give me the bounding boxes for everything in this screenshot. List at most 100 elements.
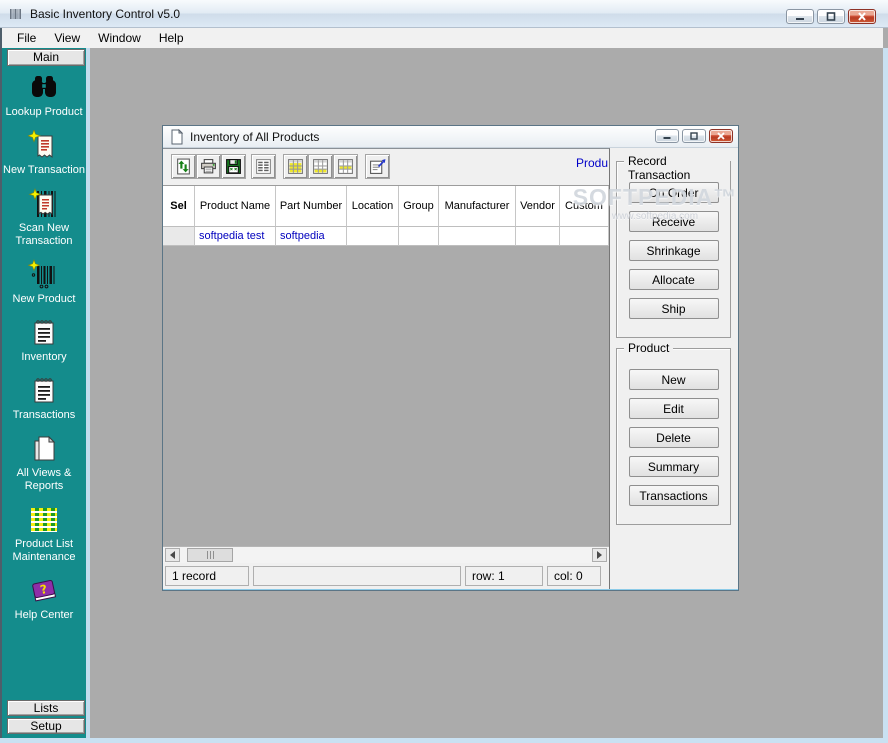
sidebar-item-transactions[interactable]: Transactions [2, 375, 86, 422]
status-record-count: 1 record [165, 566, 249, 586]
inner-close-button[interactable] [709, 129, 733, 143]
cell-manufacturer[interactable] [439, 227, 516, 246]
grid-pane: Produ Sel Product Name Part Number Locat… [163, 148, 610, 589]
scroll-left-button[interactable] [165, 548, 180, 562]
cell-part-number[interactable]: softpedia [276, 227, 347, 246]
horizontal-scrollbar[interactable] [163, 546, 609, 563]
binoculars-icon [28, 72, 60, 104]
grid-header-row: Sel Product Name Part Number Location Gr… [163, 186, 609, 227]
cell-location[interactable] [347, 227, 399, 246]
sidebar-item-label: Product List Maintenance [2, 538, 86, 564]
new-barcode-icon [28, 259, 60, 291]
sidebar-item-scan-new-transaction[interactable]: Scan New Transaction [2, 188, 86, 248]
save-icon [225, 158, 242, 175]
inner-minimize-button[interactable] [655, 129, 679, 143]
menu-file[interactable]: File [8, 29, 45, 47]
sidebar: Main Lookup Product New Transaction Scan… [2, 48, 86, 738]
window-frame-left [0, 28, 2, 743]
column-header-location[interactable]: Location [347, 186, 399, 227]
product-group: Product New Edit Delete Summary Transact… [616, 348, 731, 525]
sidebar-main-button[interactable]: Main [7, 49, 85, 66]
minimize-icon [662, 132, 672, 140]
menu-window[interactable]: Window [89, 29, 150, 47]
cell-custom[interactable] [560, 227, 609, 246]
action-pane: Record Transaction On Order Receive Shri… [610, 148, 738, 589]
record-transaction-group: Record Transaction On Order Receive Shri… [616, 161, 731, 338]
menubar: File View Window Help [2, 28, 883, 48]
refresh-icon [175, 158, 192, 175]
product-link[interactable]: Produ [576, 156, 608, 170]
sidebar-item-new-product[interactable]: New Product [2, 259, 86, 306]
document-icon [170, 129, 184, 145]
grid-view-yellow-button[interactable] [283, 154, 308, 179]
documents-icon [28, 433, 60, 465]
ship-button[interactable]: Ship [629, 298, 719, 319]
list-view-button[interactable] [251, 154, 276, 179]
arrow-right-icon [597, 551, 602, 559]
sidebar-lists-button[interactable]: Lists [7, 700, 85, 716]
sidebar-item-label: All Views & Reports [2, 467, 86, 493]
form-edit-icon [369, 158, 386, 175]
sidebar-item-new-transaction[interactable]: New Transaction [2, 130, 86, 177]
cell-product-name[interactable]: softpedia test [195, 227, 276, 246]
menu-view[interactable]: View [45, 29, 89, 47]
list-view-icon [255, 158, 272, 175]
delete-product-button[interactable]: Delete [629, 427, 719, 448]
grid-view-rows-button[interactable] [308, 154, 333, 179]
minimize-icon [794, 12, 806, 21]
grid-cols-icon [337, 158, 354, 175]
column-header-custom[interactable]: Custom [560, 186, 609, 227]
table-row[interactable]: softpedia test softpedia [163, 227, 609, 246]
sidebar-item-lookup-product[interactable]: Lookup Product [2, 72, 86, 119]
status-spacer [253, 566, 461, 586]
on-order-button[interactable]: On Order [629, 182, 719, 203]
sidebar-item-label: New Transaction [2, 164, 86, 177]
minimize-button[interactable] [786, 9, 814, 24]
sidebar-item-help-center[interactable]: ? Help Center [2, 575, 86, 622]
grid-rows-icon [312, 158, 329, 175]
maximize-button[interactable] [817, 9, 845, 24]
save-button[interactable] [221, 154, 246, 179]
arrow-left-icon [170, 551, 175, 559]
striped-list-icon [28, 504, 60, 536]
inner-titlebar: Inventory of All Products [163, 126, 738, 148]
sidebar-item-all-views-reports[interactable]: All Views & Reports [2, 433, 86, 493]
summary-button[interactable]: Summary [629, 456, 719, 477]
inner-maximize-button[interactable] [682, 129, 706, 143]
shrinkage-button[interactable]: Shrinkage [629, 240, 719, 261]
sidebar-divider [86, 48, 90, 738]
allocate-button[interactable]: Allocate [629, 269, 719, 290]
close-button[interactable] [848, 9, 876, 24]
grid-yellow-icon [287, 158, 304, 175]
print-icon [200, 158, 217, 175]
sidebar-item-label: Help Center [2, 609, 86, 622]
column-header-sel[interactable]: Sel [163, 186, 195, 227]
inner-window-title: Inventory of All Products [190, 130, 319, 144]
column-header-manufacturer[interactable]: Manufacturer [439, 186, 516, 227]
transactions-button[interactable]: Transactions [629, 485, 719, 506]
new-product-button[interactable]: New [629, 369, 719, 390]
refresh-button[interactable] [171, 154, 196, 179]
sidebar-item-product-list-maintenance[interactable]: Product List Maintenance [2, 504, 86, 564]
column-header-group[interactable]: Group [399, 186, 439, 227]
receive-button[interactable]: Receive [629, 211, 719, 232]
help-book-icon: ? [28, 575, 60, 607]
grid-view-cols-button[interactable] [333, 154, 358, 179]
app-barcode-icon[interactable] [9, 7, 23, 21]
scroll-right-button[interactable] [592, 548, 607, 562]
scrollbar-thumb[interactable] [187, 548, 233, 562]
print-button[interactable] [196, 154, 221, 179]
sidebar-setup-button[interactable]: Setup [7, 718, 85, 734]
column-header-product-name[interactable]: Product Name [195, 186, 276, 227]
column-header-part-number[interactable]: Part Number [276, 186, 347, 227]
cell-group[interactable] [399, 227, 439, 246]
menu-help[interactable]: Help [150, 29, 193, 47]
form-edit-button[interactable] [365, 154, 390, 179]
edit-product-button[interactable]: Edit [629, 398, 719, 419]
cell-vendor[interactable] [516, 227, 560, 246]
cell-sel[interactable] [163, 227, 195, 246]
sidebar-item-label: Lookup Product [2, 106, 86, 119]
sidebar-item-inventory[interactable]: Inventory [2, 317, 86, 364]
column-header-vendor[interactable]: Vendor [516, 186, 560, 227]
notepad-icon [28, 317, 60, 349]
